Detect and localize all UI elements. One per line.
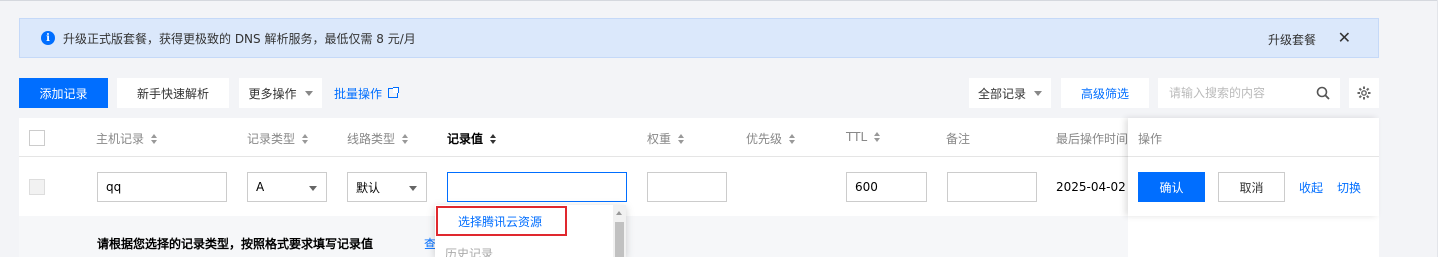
search-input[interactable] <box>1169 86 1309 100</box>
sort-icon <box>678 133 685 144</box>
column-last-op-time: 最后操作时间 <box>1056 130 1128 147</box>
row-checkbox <box>29 179 45 195</box>
top-divider <box>0 0 1451 1</box>
sort-icon <box>402 133 409 144</box>
operations-header: 操作 <box>1128 118 1379 157</box>
column-line[interactable]: 线路类型 <box>347 130 409 147</box>
column-weight[interactable]: 权重 <box>647 130 685 147</box>
settings-button[interactable] <box>1349 78 1379 108</box>
close-icon[interactable]: ✕ <box>1338 28 1351 47</box>
column-type-label: 记录类型 <box>247 132 296 146</box>
more-actions-dropdown[interactable]: 更多操作 <box>239 78 322 108</box>
record-value-dropdown: 选择腾讯云资源 历史记录 <box>435 205 626 257</box>
sort-icon <box>151 133 158 144</box>
search-icon[interactable] <box>1316 86 1330 100</box>
line-type-value: 默认 <box>356 180 381 195</box>
column-ops-label: 操作 <box>1138 132 1163 146</box>
record-type-select[interactable]: A <box>247 172 327 202</box>
host-field[interactable]: qq <box>97 172 227 202</box>
gear-icon <box>1357 86 1371 100</box>
column-remark-label: 备注 <box>946 132 971 146</box>
collapse-link[interactable]: 收起 <box>1296 172 1326 202</box>
search-box <box>1158 78 1340 108</box>
line-type-select[interactable]: 默认 <box>347 172 427 202</box>
advanced-filter-button[interactable]: 高级筛选 <box>1061 78 1149 108</box>
record-filter-dropdown[interactable]: 全部记录 <box>969 78 1051 108</box>
weight-field[interactable] <box>647 172 727 202</box>
sort-icon <box>874 132 881 142</box>
upgrade-notice-banner: i 升级正式版套餐，获得更极致的 DNS 解析服务，最低仅需 8 元/月 升级套… <box>19 18 1379 58</box>
ttl-field[interactable]: 600 <box>846 172 927 202</box>
scroll-up-icon[interactable] <box>616 211 622 215</box>
switch-link[interactable]: 切换 <box>1334 172 1364 202</box>
chevron-down-icon <box>409 186 417 191</box>
external-link-icon <box>388 87 399 98</box>
cancel-button[interactable]: 取消 <box>1218 172 1285 202</box>
history-option[interactable]: 历史记录 <box>435 238 613 257</box>
host-field-value: qq <box>106 180 122 194</box>
record-type-value: A <box>256 180 265 194</box>
column-host-label: 主机记录 <box>96 132 145 146</box>
select-all-checkbox[interactable] <box>29 130 45 146</box>
page-scrollbar[interactable] <box>1437 0 1451 257</box>
column-ttl[interactable]: TTL <box>846 130 881 144</box>
batch-actions-link[interactable]: 批量操作 <box>331 78 401 108</box>
confirm-button[interactable]: 确认 <box>1138 172 1205 202</box>
select-tencent-resource-option[interactable]: 选择腾讯云资源 <box>436 206 567 236</box>
column-last-op-time-label: 最后操作时间 <box>1056 132 1129 146</box>
notice-message: 升级正式版套餐，获得更极致的 DNS 解析服务，最低仅需 8 元/月 <box>63 31 416 46</box>
column-host[interactable]: 主机记录 <box>96 130 158 147</box>
chevron-down-icon <box>1034 90 1042 96</box>
record-value-field[interactable] <box>447 172 627 202</box>
column-line-label: 线路类型 <box>347 132 396 146</box>
column-ttl-label: TTL <box>846 130 868 144</box>
column-priority[interactable]: 优先级 <box>746 130 796 147</box>
scroll-thumb[interactable] <box>615 222 624 257</box>
sort-icon <box>302 133 309 144</box>
sort-icon <box>490 133 497 144</box>
chevron-down-icon <box>304 90 313 96</box>
column-value-label: 记录值 <box>447 132 484 146</box>
add-record-button[interactable]: 添加记录 <box>19 78 108 108</box>
batch-actions-label: 批量操作 <box>333 86 382 101</box>
sort-icon <box>789 133 796 144</box>
remark-field[interactable] <box>947 172 1037 202</box>
column-priority-label: 优先级 <box>746 132 783 146</box>
column-value[interactable]: 记录值 <box>447 130 497 147</box>
column-remark: 备注 <box>946 130 970 147</box>
column-type[interactable]: 记录类型 <box>247 130 309 147</box>
chevron-down-icon <box>309 186 317 191</box>
dropdown-scrollbar[interactable] <box>613 205 626 257</box>
quick-guide-button[interactable]: 新手快速解析 <box>117 78 229 108</box>
operations-panel: 操作 确认 取消 收起 切换 <box>1128 118 1379 216</box>
record-value-input[interactable] <box>456 180 626 194</box>
upgrade-plan-link[interactable]: 升级套餐 <box>1268 31 1316 48</box>
last-op-time-value: 2025-04-02 2 <box>1056 180 1128 194</box>
ttl-field-value: 600 <box>855 180 878 194</box>
more-actions-label: 更多操作 <box>248 86 297 101</box>
info-icon: i <box>41 31 55 45</box>
column-weight-label: 权重 <box>647 132 672 146</box>
record-filter-label: 全部记录 <box>977 86 1026 101</box>
record-value-hint: 请根据您选择的记录类型，按照格式要求填写记录值 <box>97 237 374 251</box>
